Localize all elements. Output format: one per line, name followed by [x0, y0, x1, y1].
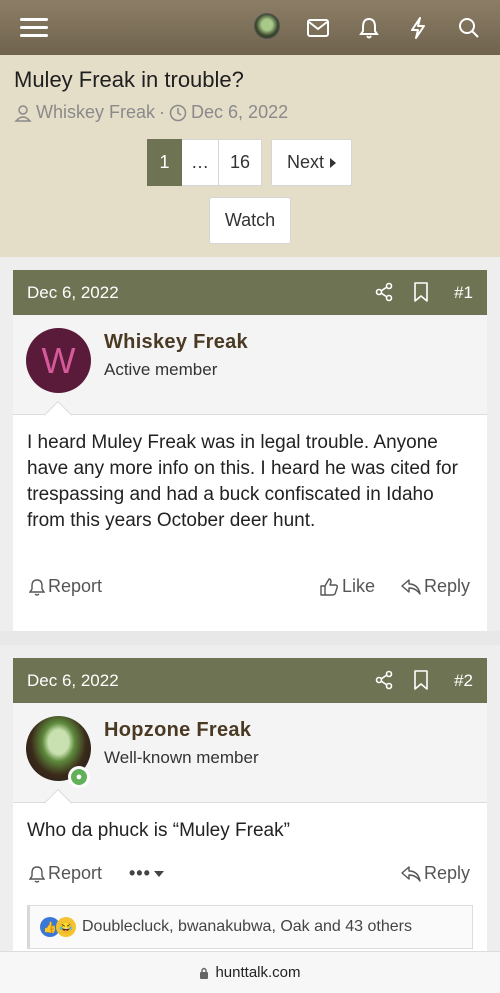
reply-button[interactable]: Reply: [401, 576, 470, 597]
username[interactable]: Hopzone Freak: [104, 719, 251, 742]
lightning-icon[interactable]: [404, 14, 432, 42]
user-icon: [14, 104, 32, 122]
post-number[interactable]: #1: [454, 283, 473, 303]
thread-date[interactable]: Dec 6, 2022: [191, 102, 288, 123]
reactions-bar[interactable]: 👍 😂 Doublecluck, bwanakubwa, Oak and 43 …: [27, 905, 473, 949]
bell-outline-icon: [29, 578, 45, 596]
bell-icon[interactable]: [355, 14, 383, 42]
more-label: •••: [129, 863, 151, 883]
thumbs-up-icon: [320, 577, 339, 596]
post-header: Dec 6, 2022 #2: [13, 658, 487, 703]
thread-title: Muley Freak in trouble?: [14, 67, 244, 92]
page-jump-button[interactable]: …: [182, 139, 219, 186]
inbox-icon[interactable]: [304, 14, 332, 42]
reply-icon: [401, 578, 421, 595]
caret-down-icon: [153, 870, 164, 877]
browser-url-bar[interactable]: hunttalk.com: [0, 951, 500, 993]
like-button[interactable]: Like: [319, 576, 375, 597]
thread-header: Muley Freak in trouble? Whiskey Freak · …: [0, 55, 500, 257]
reactions-text[interactable]: Doublecluck, bwanakubwa, Oak and 43 othe…: [82, 918, 412, 936]
bell-outline-icon: [29, 865, 45, 883]
user-avatar[interactable]: [254, 13, 280, 39]
post-number[interactable]: #2: [454, 671, 473, 691]
pagination: 1 … 16: [147, 139, 262, 186]
watch-button[interactable]: Watch: [209, 197, 291, 244]
online-status-icon: ●: [68, 766, 90, 788]
caret-right-icon: [330, 157, 336, 168]
top-nav-bar: [0, 0, 500, 55]
user-caret: [43, 400, 73, 430]
next-page-button[interactable]: Next: [271, 139, 352, 186]
bookmark-icon[interactable]: [413, 282, 429, 302]
post-body: Who da phuck is “Muley Freak”: [27, 820, 290, 841]
next-label: Next: [286, 152, 324, 172]
report-label: Report: [48, 863, 103, 883]
report-button[interactable]: Report: [29, 576, 102, 597]
page-16-button[interactable]: 16: [219, 139, 262, 186]
thread-meta: Whiskey Freak · Dec 6, 2022: [14, 102, 288, 123]
reply-label: Reply: [424, 863, 471, 883]
user-title: Active member: [104, 360, 218, 379]
share-icon[interactable]: [375, 670, 393, 690]
search-icon[interactable]: [455, 14, 483, 42]
laugh-reaction-icon: 😂: [56, 917, 76, 937]
reply-label: Reply: [424, 576, 471, 596]
clock-icon: [169, 104, 187, 121]
user-caret: [43, 788, 73, 818]
post-separator: [0, 631, 500, 645]
user-info: W Whiskey Freak Active member: [13, 315, 487, 430]
bookmark-icon[interactable]: [413, 670, 429, 690]
user-info: ● Hopzone Freak Well-known member: [13, 703, 487, 818]
share-icon[interactable]: [375, 282, 393, 302]
reply-icon: [401, 865, 421, 882]
post-date[interactable]: Dec 6, 2022: [27, 283, 119, 303]
post-2: Dec 6, 2022 #2 ● Hopzone Freak Well-know…: [13, 658, 487, 951]
menu-icon[interactable]: [20, 14, 48, 42]
reply-button[interactable]: Reply: [401, 863, 470, 884]
like-label: Like: [342, 576, 376, 596]
username[interactable]: Whiskey Freak: [104, 331, 248, 354]
meta-separator: ·: [159, 102, 166, 122]
lock-icon: [200, 967, 209, 979]
report-label: Report: [48, 576, 103, 596]
user-title: Well-known member: [104, 748, 259, 767]
post-1: Dec 6, 2022 #1 W Whiskey Freak Active me…: [13, 270, 487, 631]
post-body: I heard Muley Freak was in legal trouble…: [27, 432, 458, 531]
avatar[interactable]: W: [26, 328, 91, 393]
report-button[interactable]: Report: [29, 863, 102, 884]
post-header: Dec 6, 2022 #1: [13, 270, 487, 315]
thread-author[interactable]: Whiskey Freak: [36, 102, 155, 123]
post-date[interactable]: Dec 6, 2022: [27, 671, 119, 691]
url-text: hunttalk.com: [215, 964, 301, 981]
more-options-button[interactable]: •••: [129, 863, 164, 884]
page-1-button[interactable]: 1: [147, 139, 182, 186]
